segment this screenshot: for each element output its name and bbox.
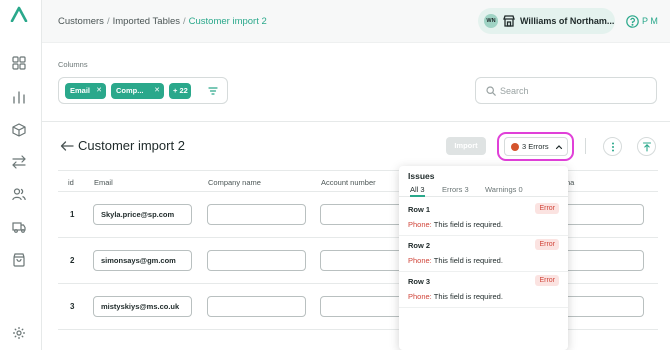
chip-more[interactable]: + 22 [169, 83, 191, 99]
help-label[interactable]: P M [642, 16, 658, 26]
table-row: 3 [58, 284, 658, 330]
table-row: 1 [58, 192, 658, 238]
breadcrumb: Customers / Imported Tables / Customer impor… [58, 16, 267, 27]
back-arrow-icon[interactable] [60, 140, 74, 152]
filter-icon[interactable] [208, 86, 218, 96]
error-status-dot [511, 143, 519, 151]
toolbar-divider [585, 138, 586, 154]
tab-warnings[interactable]: Warnings 0 [485, 185, 523, 194]
company-name-field[interactable] [207, 296, 306, 317]
company-name-field[interactable] [207, 250, 306, 271]
main-content: Customer import 2 Import 3 Errors id Ema… [42, 122, 670, 350]
account-switcher[interactable]: WN Williams of Northam... [478, 8, 615, 34]
store-icon [503, 15, 515, 27]
error-badge: Error [535, 239, 559, 250]
issue-message: Phone: This field is required. [408, 256, 503, 265]
columns-select[interactable]: Email ✕ Comp... ✕ + 22 [58, 77, 228, 104]
issue-row-label: Row 3 [408, 277, 431, 286]
email-field[interactable] [93, 250, 192, 271]
issue-item[interactable]: Row 1 Error Phone: This field is require… [399, 200, 568, 236]
avatar: WN [484, 14, 498, 28]
page-title: Customer import 2 [78, 138, 185, 153]
bag-icon[interactable] [12, 253, 26, 267]
errors-label: 3 Errors [522, 142, 549, 151]
issue-item[interactable]: Row 3 Error Phone: This field is require… [399, 272, 568, 308]
settings-icon[interactable] [12, 326, 26, 340]
breadcrumb-imported-tables[interactable]: Imported Tables [113, 16, 180, 27]
error-badge: Error [535, 203, 559, 214]
grid-icon[interactable] [12, 56, 26, 70]
more-options-button[interactable] [603, 137, 622, 156]
company-name-field[interactable] [207, 204, 306, 225]
row-id: 2 [70, 256, 75, 265]
issue-message: Phone: This field is required. [408, 292, 503, 301]
more-vertical-icon [612, 142, 614, 152]
issue-field: Phone: [408, 220, 432, 229]
search-box[interactable] [475, 77, 657, 104]
close-icon[interactable]: ✕ [96, 83, 102, 99]
breadcrumb-customers[interactable]: Customers [58, 16, 104, 27]
sidebar [0, 0, 42, 350]
issue-item[interactable]: Row 2 Error Phone: This field is require… [399, 236, 568, 272]
header-email: Email [94, 178, 113, 187]
search-input[interactable] [500, 83, 650, 99]
search-icon [486, 86, 496, 96]
row-id: 1 [70, 210, 75, 219]
chip-email[interactable]: Email ✕ [65, 83, 106, 99]
issue-field: Phone: [408, 256, 432, 265]
tab-errors[interactable]: Errors 3 [442, 185, 469, 194]
upload-button[interactable] [637, 137, 656, 156]
header-id: id [68, 178, 74, 187]
table-header: id Email Company name Account number na [58, 170, 658, 192]
truck-icon[interactable] [12, 220, 26, 234]
issues-title: Issues [408, 171, 435, 181]
chip-more-label: + 22 [173, 86, 188, 95]
header-account-number: Account number [321, 178, 376, 187]
filter-panel: Columns Email ✕ Comp... ✕ + 22 [42, 42, 670, 122]
row-id: 3 [70, 302, 75, 311]
chip-company[interactable]: Comp... ✕ [111, 83, 164, 99]
top-bar: Customers / Imported Tables / Customer impor… [42, 0, 670, 42]
table-row: 2 [58, 238, 658, 284]
account-name: Williams of Northam... [520, 16, 615, 26]
header-company-name: Company name [208, 178, 261, 187]
issue-row-label: Row 1 [408, 205, 431, 214]
issue-message: Phone: This field is required. [408, 220, 503, 229]
chip-company-label: Comp... [116, 86, 144, 95]
issue-text: This field is required. [433, 292, 503, 301]
errors-dropdown-button[interactable]: 3 Errors [504, 137, 568, 156]
bar-chart-icon[interactable] [12, 90, 26, 104]
error-badge: Error [535, 275, 559, 286]
issue-row-label: Row 2 [408, 241, 431, 250]
chip-email-label: Email [70, 86, 91, 95]
breadcrumb-current: Customer import 2 [188, 16, 267, 27]
upload-icon [642, 142, 652, 152]
issue-text: This field is required. [433, 256, 503, 265]
issues-popover: Issues All 3 Errors 3 Warnings 0 Row 1 E… [399, 166, 568, 350]
chevron-up-icon [555, 145, 563, 150]
issue-field: Phone: [408, 292, 432, 301]
columns-label: Columns [58, 60, 88, 69]
arrows-icon[interactable] [12, 155, 26, 169]
issues-tabs: All 3 Errors 3 Warnings 0 [399, 183, 568, 197]
help-icon[interactable] [626, 15, 639, 28]
box-icon[interactable] [12, 123, 26, 137]
breadcrumb-separator: / [183, 16, 186, 27]
issue-text: This field is required. [433, 220, 503, 229]
close-icon[interactable]: ✕ [154, 83, 160, 99]
email-field[interactable] [93, 296, 192, 317]
logo-icon[interactable] [10, 6, 30, 22]
import-button[interactable]: Import [446, 137, 486, 155]
breadcrumb-separator: / [106, 16, 110, 27]
users-icon[interactable] [12, 187, 26, 201]
email-field[interactable] [93, 204, 192, 225]
tab-all[interactable]: All 3 [410, 185, 425, 197]
